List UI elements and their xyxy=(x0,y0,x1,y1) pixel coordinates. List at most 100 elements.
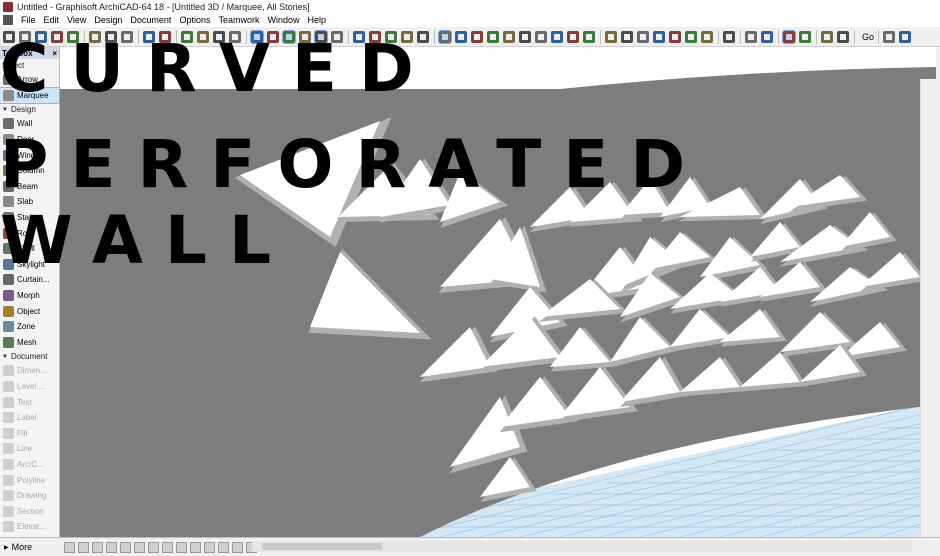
toolbar-tool-icon-23[interactable] xyxy=(385,31,397,43)
toolbar-tool-icon-15[interactable] xyxy=(250,29,264,44)
toolbar-tool-icon-22[interactable] xyxy=(369,31,381,43)
tool-document-label[interactable]: Label xyxy=(0,410,59,426)
toolbar-tool-icon-47[interactable] xyxy=(799,31,811,43)
scrollbar-thumb[interactable] xyxy=(262,543,382,550)
vertical-scrollbar[interactable] xyxy=(920,79,937,537)
toolbar-tool-icon-35[interactable] xyxy=(583,31,595,43)
toolbar-tool-icon-34[interactable] xyxy=(567,31,579,43)
menu-teamwork[interactable]: Teamwork xyxy=(214,15,263,25)
toolbar-tool-icon-27[interactable] xyxy=(455,31,467,43)
toolbar-tool-icon-1[interactable] xyxy=(3,31,15,43)
toolbox-design-header[interactable]: ▼ Design xyxy=(0,103,59,116)
navigation-button-12[interactable] xyxy=(218,541,229,553)
tool-design-wall[interactable]: Wall xyxy=(0,116,59,132)
tool-design-roof[interactable]: Roof xyxy=(0,225,59,241)
navigation-button-10[interactable] xyxy=(190,541,201,553)
toolbar-tool-icon-38[interactable] xyxy=(637,31,649,43)
toolbar-tool-icon-37[interactable] xyxy=(621,31,633,43)
navigation-button-6[interactable] xyxy=(134,541,145,553)
tool-document-arc-c[interactable]: Arc/C... xyxy=(0,457,59,473)
toolbar-tool-icon-43[interactable] xyxy=(723,31,735,43)
toolbar-tool-icon-33[interactable] xyxy=(551,31,563,43)
toolbar-tool-icon-24[interactable] xyxy=(401,31,413,43)
navigation-button-3[interactable] xyxy=(92,541,103,553)
toolbar-tool-icon-29[interactable] xyxy=(487,31,499,43)
toolbar-tool-icon-41[interactable] xyxy=(685,31,697,43)
tool-document-drawing[interactable]: Drawing xyxy=(0,488,59,504)
toolbar-tool-icon-2[interactable] xyxy=(19,31,31,43)
tool-document-level[interactable]: Level ... xyxy=(0,379,59,395)
menu-view[interactable]: View xyxy=(63,15,90,25)
tool-design-slab[interactable]: Slab xyxy=(0,194,59,210)
tool-design-curtain[interactable]: Curtain... xyxy=(0,272,59,288)
toolbar-tool-icon-25[interactable] xyxy=(417,31,429,43)
tool-design-stair[interactable]: Stair xyxy=(0,210,59,226)
toolbar-tool-icon-49[interactable] xyxy=(837,31,849,43)
navigation-button-7[interactable] xyxy=(148,541,159,553)
toolbar-tool-icon-44[interactable] xyxy=(745,31,757,43)
navigation-button-4[interactable] xyxy=(106,541,117,553)
toolbar-tool-icon-20[interactable] xyxy=(331,31,343,43)
toolbar-tool-icon-9[interactable] xyxy=(143,31,155,43)
collapse-triangle-icon[interactable]: ▼ xyxy=(2,354,8,360)
toolbar-tool-icon-28[interactable] xyxy=(471,31,483,43)
toolbar-tool-icon-45[interactable] xyxy=(761,31,773,43)
tool-design-morph[interactable]: Morph xyxy=(0,288,59,304)
tool-document-line[interactable]: Line xyxy=(0,441,59,457)
toolbar-tool-icon-36[interactable] xyxy=(605,31,617,43)
tool-design-beam[interactable]: Beam xyxy=(0,179,59,195)
tool-design-skylight[interactable]: Skylight xyxy=(0,257,59,273)
tool-document-section[interactable]: Section xyxy=(0,503,59,519)
toolbar-tool-icon-48[interactable] xyxy=(821,31,833,43)
toolbar-tool-icon-3[interactable] xyxy=(35,31,47,43)
horizontal-scrollbar[interactable] xyxy=(252,541,912,552)
toolbar-tool-icon-39[interactable] xyxy=(653,31,665,43)
toolbar-tool-icon-19[interactable] xyxy=(314,29,328,44)
toolbar-tool-icon-50[interactable] xyxy=(883,31,895,43)
toolbar-tool-icon-17[interactable] xyxy=(282,29,296,44)
navigation-button-8[interactable] xyxy=(162,541,173,553)
tool-document-text[interactable]: Text xyxy=(0,394,59,410)
menu-edit[interactable]: Edit xyxy=(40,15,64,25)
tool-document-fill[interactable]: Fill xyxy=(0,425,59,441)
toolbar-tool-icon-31[interactable] xyxy=(519,31,531,43)
3d-viewport[interactable] xyxy=(60,47,936,537)
toolbar-tool-icon-40[interactable] xyxy=(669,31,681,43)
toolbar-tool-icon-10[interactable] xyxy=(159,31,171,43)
navigation-button-1[interactable] xyxy=(64,541,75,553)
tool-design-mesh[interactable]: Mesh xyxy=(0,335,59,351)
navigation-button-9[interactable] xyxy=(176,541,187,553)
toolbar-tool-icon-26[interactable] xyxy=(438,29,452,44)
toolbar-tool-icon-5[interactable] xyxy=(67,31,79,43)
toolbar-tool-icon-32[interactable] xyxy=(535,31,547,43)
tool-design-column[interactable]: Column xyxy=(0,163,59,179)
menu-help[interactable]: Help xyxy=(304,15,331,25)
tool-select-arrow[interactable]: Arrow xyxy=(0,72,59,88)
toolbar-tool-icon-6[interactable] xyxy=(89,31,101,43)
toolbar-tool-icon-46[interactable] xyxy=(782,29,796,44)
toolbar-tool-icon-12[interactable] xyxy=(197,31,209,43)
toolbar-tool-icon-8[interactable] xyxy=(121,31,133,43)
tool-design-shell[interactable]: Shell xyxy=(0,241,59,257)
toolbar-tool-icon-4[interactable] xyxy=(51,31,63,43)
tool-design-zone[interactable]: Zone xyxy=(0,319,59,335)
tool-select-marquee[interactable]: Marquee xyxy=(0,86,60,105)
tool-document-polyline[interactable]: Polyline xyxy=(0,472,59,488)
document-menu-icon[interactable] xyxy=(3,15,13,25)
toolbar-tool-icon-21[interactable] xyxy=(353,31,365,43)
menu-document[interactable]: Document xyxy=(126,15,175,25)
menu-file[interactable]: File xyxy=(17,15,40,25)
tool-design-door[interactable]: Door xyxy=(0,132,59,148)
go-button[interactable]: Go xyxy=(862,32,874,42)
navigation-button-2[interactable] xyxy=(78,541,89,553)
toolbar-tool-icon-11[interactable] xyxy=(181,31,193,43)
toolbox-title-bar[interactable]: Toolbox × xyxy=(0,47,59,59)
tool-design-window[interactable]: Window xyxy=(0,147,59,163)
toolbar-tool-icon-30[interactable] xyxy=(503,31,515,43)
menu-options[interactable]: Options xyxy=(175,15,214,25)
toolbar-tool-icon-51[interactable] xyxy=(899,31,911,43)
tool-design-object[interactable]: Object xyxy=(0,303,59,319)
menu-design[interactable]: Design xyxy=(90,15,126,25)
toolbar-tool-icon-13[interactable] xyxy=(213,31,225,43)
toolbar-tool-icon-18[interactable] xyxy=(299,31,311,43)
